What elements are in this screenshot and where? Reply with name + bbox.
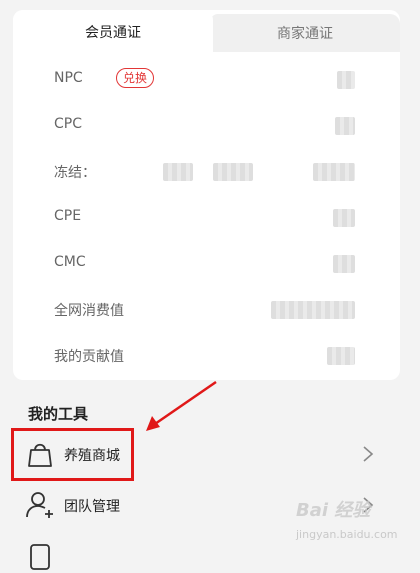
blurred-value [313, 163, 355, 181]
blurred-value [271, 301, 355, 319]
blurred-value [213, 163, 253, 181]
token-label: NPC [54, 70, 83, 86]
annotation-arrow [146, 380, 217, 431]
blurred-value [333, 255, 355, 273]
document-icon [30, 544, 50, 570]
top-cropped-text [0, 0, 420, 8]
token-row-npc: NPC 兑换 [13, 57, 400, 103]
tool-item-label: 团队管理 [64, 499, 120, 515]
my-tools-title: 我的工具 [28, 405, 89, 423]
token-row-network-consumption: 全网消费值 [13, 287, 400, 333]
blurred-value [327, 347, 355, 365]
exchange-button[interactable]: 兑换 [116, 68, 155, 88]
token-label: 我的贡献值 [54, 349, 124, 365]
blurred-value [335, 117, 355, 135]
token-label: CMC [54, 254, 86, 270]
blurred-value [333, 209, 355, 227]
highlight-box [11, 428, 134, 481]
token-card: 商家通证 会员通证 NPC 兑换 CPC 冻结： CPE CMC 全网消费值 我… [13, 10, 400, 380]
chevron-right-icon [363, 446, 374, 462]
tab-merchant-token[interactable]: 商家通证 [210, 14, 400, 52]
token-row-frozen: 冻结： [13, 149, 400, 195]
token-row-my-contribution: 我的贡献值 [13, 333, 400, 379]
token-label: CPC [54, 116, 82, 132]
token-row-cpc: CPC [13, 103, 400, 149]
token-label: 冻结： [54, 165, 96, 181]
watermark-url: jingyan.baidu.com [296, 528, 398, 541]
watermark: Bai 经验 jingyan.baidu.com [296, 496, 398, 543]
token-row-cpe: CPE [13, 195, 400, 241]
token-label: CPE [54, 208, 82, 224]
token-label: 全网消费值 [54, 303, 124, 319]
watermark-brand: Bai 经验 [296, 500, 371, 521]
token-list: NPC 兑换 CPC 冻结： CPE CMC 全网消费值 我的贡献值 [13, 57, 400, 379]
blurred-value [337, 71, 355, 89]
token-row-cmc: CMC [13, 241, 400, 287]
blurred-value [163, 163, 193, 181]
add-user-icon [26, 492, 53, 518]
token-tabs: 商家通证 会员通证 [13, 10, 400, 52]
tab-member-token[interactable]: 会员通证 [13, 10, 213, 52]
